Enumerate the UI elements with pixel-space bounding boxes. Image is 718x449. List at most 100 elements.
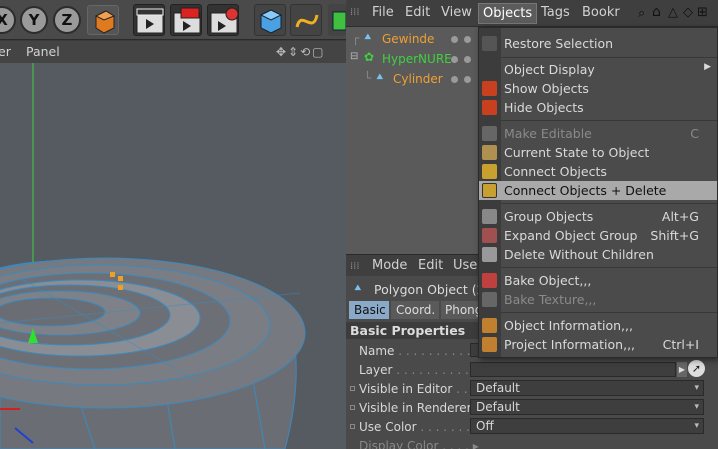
menu-item-hide-objects[interactable]: Hide Objects <box>479 98 717 117</box>
editor-visibility-dot[interactable] <box>451 36 458 43</box>
clapper-red-icon <box>173 7 201 34</box>
menu-item-current-state-to-object[interactable]: Current State to Object <box>479 143 717 162</box>
attr-object-title: Polygon Object (2 <box>374 282 485 297</box>
tab-phong[interactable]: Phong <box>441 301 478 319</box>
menu-item-bake-object[interactable]: Bake Object,,, <box>479 271 717 290</box>
attr-row-name: Name . . . . . . . . . . <box>359 344 471 358</box>
editor-visibility-dot[interactable] <box>451 56 458 63</box>
menu-item-project-information[interactable]: Project Information,,, Ctrl+I <box>479 335 717 354</box>
render-visibility-dot[interactable] <box>464 36 471 43</box>
home-icon[interactable]: ⌂ <box>652 4 661 20</box>
object-name[interactable]: Cylinder <box>393 72 443 86</box>
object-name[interactable]: HyperNURE <box>382 52 452 66</box>
restore-selection-icon <box>482 36 497 51</box>
viewport-menu-panel[interactable]: Panel <box>26 44 60 59</box>
spline-icon <box>295 14 319 28</box>
viewport-menu-filter[interactable]: er <box>0 44 11 59</box>
y-axis-lock-button[interactable]: Y <box>20 6 48 34</box>
menu-item-object-display[interactable]: Object Display ▶ <box>479 60 717 79</box>
om-menu-bookmarks[interactable]: Bookr <box>582 5 620 20</box>
polygon-object-icon: ⯅ <box>363 30 373 44</box>
polygon-object-icon: ⯅ <box>353 281 363 295</box>
menu-item-bake-texture: Bake Texture,,, <box>479 290 717 309</box>
attr-row-display-color: Display Color . . . . ▸ <box>359 439 479 449</box>
render-picture-viewer-button[interactable] <box>170 4 202 36</box>
menu-item-show-objects[interactable]: Show Objects <box>479 79 717 98</box>
cube-object-button[interactable] <box>254 4 286 36</box>
expand-icon[interactable]: ⊟ <box>350 51 358 62</box>
submenu-arrow-icon: ▶ <box>704 62 711 72</box>
menu-item-connect-objects-delete[interactable]: Connect Objects + Delete <box>479 181 717 200</box>
menu-item-group-objects[interactable]: Group Objects Alt+G <box>479 207 717 226</box>
keyframe-dot[interactable] <box>350 386 355 391</box>
object-manager-menubar: ⁞⁞⁞ File Edit View Objects Tags Bookr ⌕ … <box>346 0 718 27</box>
om-menu-file[interactable]: File <box>372 5 394 20</box>
attr-menu-edit[interactable]: Edit <box>418 258 443 273</box>
render-settings-button[interactable] <box>207 4 239 36</box>
use-color-select[interactable]: Off ▾ <box>470 418 704 434</box>
layer-field[interactable] <box>470 362 676 377</box>
tree-line: ┌ <box>352 31 360 45</box>
om-menu-view[interactable]: View <box>441 5 472 20</box>
eye-icon[interactable]: ◇ <box>683 5 693 20</box>
menu-item-restore-selection[interactable]: Restore Selection <box>479 34 717 53</box>
nurbs-button[interactable] <box>328 4 347 36</box>
new-panel-icon[interactable]: ⊞ <box>697 5 708 20</box>
layer-arrow-icon[interactable]: ▶ <box>677 362 687 377</box>
menu-separator <box>501 267 717 268</box>
attr-menu-mode[interactable]: Mode <box>372 258 407 273</box>
hypernurbs-icon: ✿ <box>364 50 375 64</box>
grip-icon: ⁞⁞⁞ <box>350 7 360 18</box>
editor-visibility-dot[interactable] <box>451 76 458 83</box>
attr-row-visible-renderer: Visible in Renderer <box>359 401 472 415</box>
objects-menu-dropdown: Restore Selection Object Display ▶ Show … <box>478 27 718 358</box>
menu-item-connect-objects[interactable]: Connect Objects <box>479 162 717 181</box>
current-state-icon <box>482 145 497 160</box>
connect-objects-icon <box>482 164 497 179</box>
visible-in-editor-select[interactable]: Default ▾ <box>470 380 704 396</box>
menu-separator <box>501 120 717 121</box>
hide-objects-icon <box>482 100 497 115</box>
main-toolbar: X Y Z <box>0 0 347 40</box>
render-view-button[interactable] <box>133 4 165 36</box>
keyframe-dot[interactable] <box>350 424 355 429</box>
grip-icon: ⁞⁞⁞ <box>350 261 360 272</box>
om-menu-edit[interactable]: Edit <box>405 5 430 20</box>
up-arrow-icon[interactable]: △ <box>668 5 678 20</box>
z-axis-lock-button[interactable]: Z <box>53 6 81 34</box>
tree-row-gewinde[interactable]: ┌ ⯅ Gewinde <box>346 29 478 49</box>
viewport-menubar: er Panel ✥⇕⟲▢ <box>0 41 346 63</box>
attr-row-use-color: Use Color . . . . . . . <box>359 420 470 434</box>
object-tree: ┌ ⯅ Gewinde ⊟ ✿ HyperNURE └ ⯅ Cylinder <box>346 27 478 254</box>
keyframe-dot[interactable] <box>350 405 355 410</box>
spline-pen-button[interactable] <box>290 4 322 36</box>
3d-viewport[interactable]: er Panel ✥⇕⟲▢ <box>0 41 346 449</box>
tab-basic[interactable]: Basic <box>349 301 389 319</box>
x-axis-lock-button[interactable]: X <box>0 6 16 34</box>
bake-object-icon <box>482 273 497 288</box>
bake-texture-icon <box>482 292 497 307</box>
tree-row-hypernurbs[interactable]: ⊟ ✿ HyperNURE <box>346 49 478 69</box>
render-visibility-dot[interactable] <box>464 56 471 63</box>
menu-item-expand-object-group[interactable]: Expand Object Group Shift+G <box>479 226 717 245</box>
tab-coord[interactable]: Coord. <box>391 301 439 319</box>
menu-separator <box>501 57 717 58</box>
search-icon[interactable]: ⌕ <box>638 6 645 21</box>
object-information-icon <box>482 318 497 333</box>
om-menu-objects[interactable]: Objects <box>478 3 538 24</box>
render-visibility-dot[interactable] <box>464 76 471 83</box>
tree-line: └ <box>364 71 372 85</box>
menu-item-object-information[interactable]: Object Information,,, <box>479 316 717 335</box>
polygon-object-icon: ⯅ <box>375 70 385 84</box>
viewport-nav-icons[interactable]: ✥⇕⟲▢ <box>276 45 326 59</box>
make-editable-icon <box>482 126 497 141</box>
om-menu-tags[interactable]: Tags <box>541 5 570 20</box>
tree-row-cylinder[interactable]: └ ⯅ Cylinder <box>346 69 478 89</box>
pick-cursor-icon[interactable]: ➚ <box>688 360 705 377</box>
polygon-object-wireframe <box>0 63 306 449</box>
menu-item-delete-without-children[interactable]: Delete Without Children <box>479 245 717 264</box>
coordinate-system-button[interactable] <box>87 5 119 35</box>
menu-item-make-editable: Make Editable C <box>479 124 717 143</box>
visible-in-renderer-select[interactable]: Default ▾ <box>470 399 704 415</box>
object-name[interactable]: Gewinde <box>382 32 434 46</box>
